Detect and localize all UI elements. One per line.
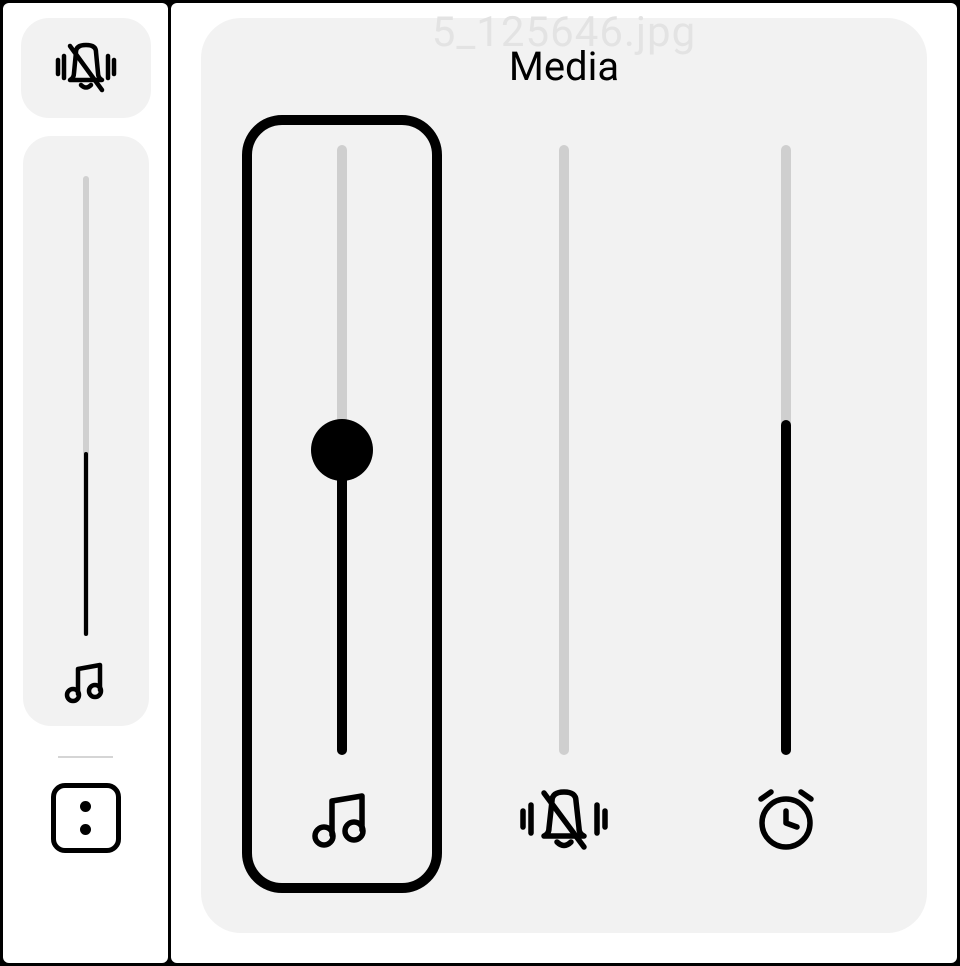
more-dots-icon (80, 801, 91, 835)
divider (58, 756, 113, 758)
expanded-volume-panel: Media (201, 18, 927, 933)
ringer-mute-button[interactable] (21, 18, 151, 118)
music-icon (306, 785, 378, 855)
compact-media-slider[interactable] (23, 136, 149, 726)
ringer-volume-slider[interactable] (464, 115, 664, 893)
alarm-volume-slider[interactable] (686, 115, 886, 893)
sliders-row (231, 115, 897, 893)
compact-volume-panel (3, 3, 168, 963)
music-icon (62, 661, 110, 706)
media-volume-slider[interactable] (242, 115, 442, 893)
expanded-volume-container: 5_125646.jpg Media (171, 3, 957, 963)
alarm-icon (747, 785, 825, 855)
bell-off-icon (509, 785, 619, 855)
expand-volume-button[interactable] (51, 783, 121, 853)
bell-off-icon (46, 38, 126, 98)
panel-title: Media (509, 43, 619, 90)
